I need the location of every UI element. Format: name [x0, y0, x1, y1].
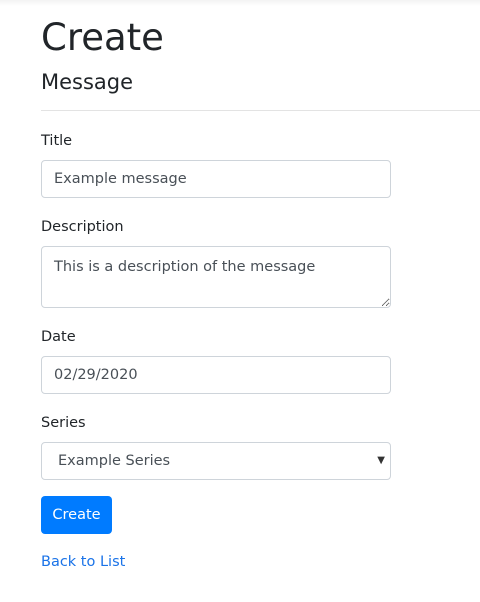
title-label: Title — [41, 133, 73, 149]
date-label: Date — [41, 329, 76, 345]
page-title: Create — [41, 16, 164, 59]
back-to-list-link[interactable]: Back to List — [41, 552, 125, 572]
series-select[interactable]: Example Series — [41, 442, 391, 480]
date-input[interactable] — [41, 356, 391, 394]
section-title: Message — [41, 70, 134, 94]
create-button[interactable]: Create — [41, 496, 112, 534]
description-label: Description — [41, 219, 124, 235]
series-select-wrapper: Example Series ▼ — [41, 442, 391, 480]
title-input[interactable] — [41, 160, 391, 198]
divider — [41, 110, 480, 111]
top-shadow-bar — [0, 0, 480, 6]
description-textarea[interactable]: This is a description of the message — [41, 246, 391, 308]
series-label: Series — [41, 415, 86, 431]
